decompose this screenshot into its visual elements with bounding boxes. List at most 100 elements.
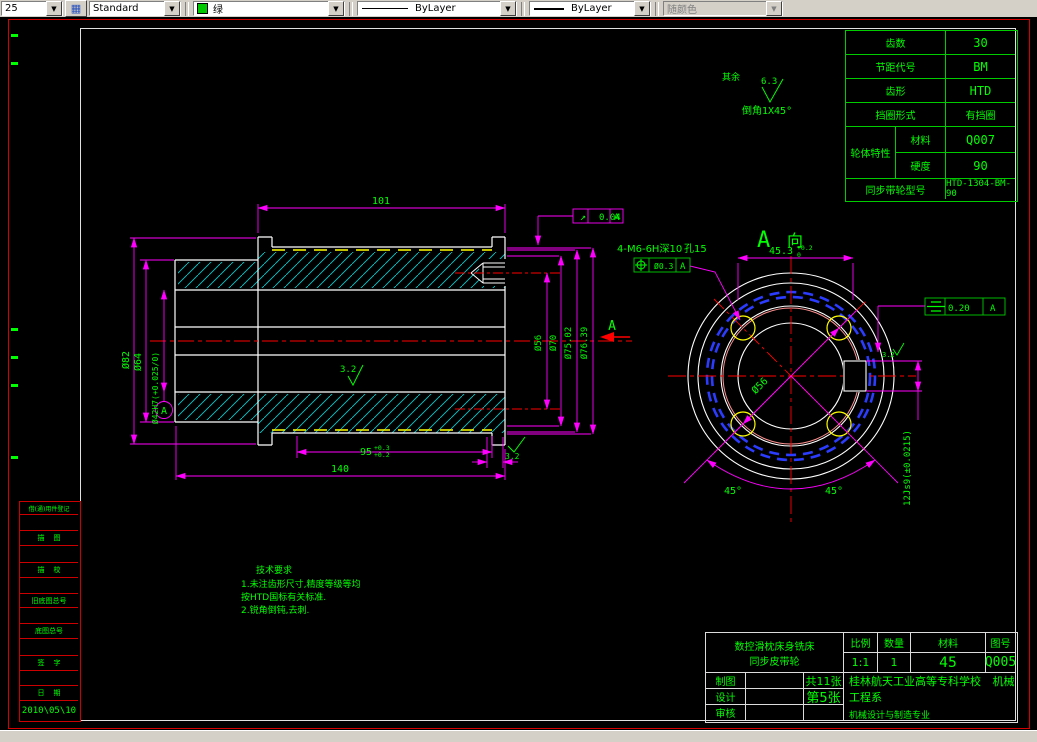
rev-row-empty xyxy=(20,608,78,624)
runout-symbol-icon: ↗ xyxy=(580,212,586,223)
rev-row-label: 描校 xyxy=(20,563,78,578)
dim-140: 140 xyxy=(331,464,349,475)
rev-row-label: 签字 xyxy=(20,656,78,671)
chevron-down-icon[interactable]: ▼ xyxy=(164,1,180,16)
rev-row-empty xyxy=(20,578,78,594)
rev-row-label: 底图总号 xyxy=(20,624,78,639)
linetype-combo[interactable]: ByLayer ▼ xyxy=(357,1,517,16)
dim-7502: Ø75.02 xyxy=(563,327,574,360)
header-material: 材料 xyxy=(911,633,986,653)
dim-56: Ø56 xyxy=(533,335,544,351)
notes-line3: 2.锐角倒钝,去刺. xyxy=(241,604,309,616)
value-dwgno: Q005 xyxy=(985,653,1016,673)
sheet-no: 第5张 xyxy=(804,689,844,706)
runout-datum: A xyxy=(614,213,620,223)
rev-row-label: 旧底图总号 xyxy=(20,594,78,608)
datum-a-label: A xyxy=(161,406,167,417)
chevron-down-icon[interactable]: ▼ xyxy=(328,1,344,16)
toolbar-separator xyxy=(655,1,659,16)
dim-7639: Ø76.39 xyxy=(579,327,590,360)
notes-line1: 1.未注齿形尺寸,精度等级等均 xyxy=(241,578,360,590)
drawing-title: 数控滑枕床身铣床 同步皮带轮 xyxy=(706,633,844,673)
title-line1: 数控滑枕床身铣床 xyxy=(734,641,815,653)
dim-95-dn: +0.2 xyxy=(374,451,390,459)
chamfer-note: 倒角1X45° xyxy=(742,105,792,117)
dim-bore: Ø42H7(+0.025/0) xyxy=(150,352,160,424)
spec-label: 硬度 xyxy=(896,153,946,179)
spec-value: 90 xyxy=(946,153,1015,179)
style-manager-button[interactable]: ▦ xyxy=(65,0,87,17)
text-style-combo[interactable]: Standard ▼ xyxy=(89,1,181,16)
spec-model-label: 同步带轮型号 xyxy=(846,179,946,199)
status-bar[interactable]: 558.4 xyxy=(0,730,1037,742)
role-drawn: 制图 xyxy=(706,673,746,689)
dim-101: 101 xyxy=(372,196,390,207)
spec-value: HTD xyxy=(946,79,1015,103)
spec-label: 材料 xyxy=(896,127,946,153)
rev-date: 2010\05\10 xyxy=(21,706,77,716)
header-qty: 数量 xyxy=(878,633,911,653)
view-arrow-label: A xyxy=(608,319,616,334)
color-combo[interactable]: 绿 ▼ xyxy=(193,1,345,16)
toolbar-separator xyxy=(185,1,189,16)
title-block: 数控滑枕床身铣床 同步皮带轮 比例 数量 材料 图号 1:1 1 45 Q005… xyxy=(705,632,1018,723)
chevron-down-icon[interactable]: ▼ xyxy=(500,1,516,16)
value-qty: 1 xyxy=(878,653,911,673)
spec-label: 挡圈形式 xyxy=(846,103,946,127)
holes-note-1: 4-M6-6H深10 xyxy=(617,243,682,255)
dim-82: Ø82 xyxy=(120,351,132,369)
header-scale: 比例 xyxy=(844,633,878,653)
rev-row-empty xyxy=(20,515,78,531)
spec-value: 30 xyxy=(946,31,1015,55)
dim-95-nom: 95 xyxy=(360,447,372,458)
symmetry-datum: A xyxy=(990,304,996,314)
lineweight-sample-icon xyxy=(534,7,564,10)
rev-row-empty xyxy=(20,546,78,563)
notes-line2: 按HTD国标有关标准. xyxy=(241,591,326,603)
holes-note-2: 孔15 xyxy=(684,243,707,255)
position-value: Ø0.3 xyxy=(654,261,673,271)
position-datum: A xyxy=(680,262,686,272)
text-style-value: Standard xyxy=(93,3,139,14)
role-designed-name xyxy=(746,689,804,705)
rev-row-empty xyxy=(20,639,78,656)
rest-label: 其余 xyxy=(722,71,740,83)
symmetry-value: 0.20 xyxy=(948,304,970,314)
lineweight-value: ByLayer xyxy=(571,3,612,14)
surface-right: 3.2 xyxy=(505,452,520,461)
school-cell: 桂林航天工业高等专科学校 机械工程系 机械设计与制造专业 xyxy=(844,673,1015,721)
spec-value: Q007 xyxy=(946,127,1015,153)
lineweight-combo[interactable]: ByLayer ▼ xyxy=(529,1,651,16)
layer-combo[interactable]: 25 ▼ xyxy=(1,1,63,16)
plotstyle-value: 随颜色 xyxy=(667,5,697,16)
rev-row-empty xyxy=(20,671,78,686)
color-value: 绿 xyxy=(213,5,223,16)
linetype-sample-icon xyxy=(362,8,408,9)
role-drawn-name xyxy=(746,673,804,689)
dim-keyway: 12Js9(±0.0215) xyxy=(903,430,913,506)
rev-row-label: 日期 xyxy=(20,686,78,701)
spec-group-label: 轮体特性 xyxy=(846,127,896,179)
layer-combo-value: 25 xyxy=(5,3,18,14)
chevron-down-icon: ▼ xyxy=(766,1,782,16)
sheet-blank xyxy=(804,705,844,720)
spec-label: 齿形 xyxy=(846,79,946,103)
surface-keyway: 3.2 xyxy=(882,351,895,359)
spec-label: 齿数 xyxy=(846,31,946,55)
title-line2: 同步皮带轮 xyxy=(749,656,800,668)
dim-64: Ø64 xyxy=(132,353,144,371)
role-checked: 审核 xyxy=(706,705,746,720)
header-dwgno: 图号 xyxy=(986,633,1015,653)
chevron-down-icon[interactable]: ▼ xyxy=(634,1,650,16)
plotstyle-combo: 随颜色 ▼ xyxy=(663,1,783,16)
toolbar-separator xyxy=(521,1,525,16)
school-name: 桂林航天工业高等专科学校 xyxy=(849,674,981,688)
rest-roughness: 6.3 xyxy=(761,77,777,87)
chevron-down-icon[interactable]: ▼ xyxy=(46,1,62,16)
angle-left: 45° xyxy=(724,486,742,497)
role-designed: 设计 xyxy=(706,689,746,705)
dim-4538-dn: 0 xyxy=(797,251,801,259)
role-checked-name xyxy=(746,705,804,720)
spec-table: 齿数 30 节距代号 BM 齿形 HTD 挡圈形式 有挡圈 轮体特性 材料 Q0… xyxy=(845,30,1018,202)
angle-right: 45° xyxy=(825,486,843,497)
